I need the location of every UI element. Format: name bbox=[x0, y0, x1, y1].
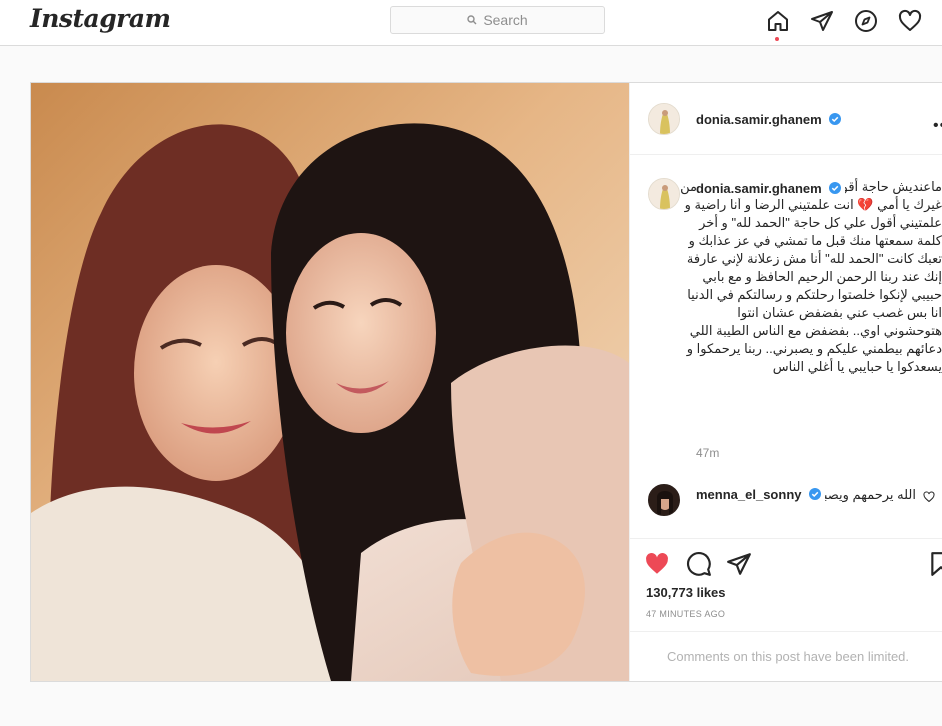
verified-badge-icon bbox=[829, 182, 842, 194]
commenter-avatar[interactable] bbox=[648, 484, 680, 516]
post-card: donia.samir.ghanem ••• ماعنديش حاجة أقول… bbox=[30, 82, 942, 682]
search-input[interactable]: Search bbox=[390, 6, 605, 34]
search-icon bbox=[467, 15, 477, 25]
save-bookmark-icon[interactable] bbox=[928, 551, 942, 577]
caption-avatar[interactable] bbox=[648, 178, 680, 210]
post-header: donia.samir.ghanem ••• bbox=[630, 83, 942, 155]
post-timestamp[interactable]: 47 MINUTES AGO bbox=[646, 609, 725, 619]
explore-icon[interactable] bbox=[854, 9, 878, 33]
verified-badge-icon bbox=[808, 488, 821, 500]
caption-text: ماعنديش حاجة أقولها غير إني فعلا بقيت يت… bbox=[680, 178, 942, 376]
comments-limited-notice: Comments on this post have been limited. bbox=[630, 631, 942, 682]
caption-timestamp[interactable]: 47m bbox=[696, 446, 719, 460]
more-options-icon[interactable]: ••• bbox=[933, 117, 942, 135]
comment-like-icon[interactable] bbox=[923, 491, 935, 503]
instagram-logo[interactable]: Instagram bbox=[30, 4, 171, 33]
direct-icon[interactable] bbox=[810, 9, 834, 33]
caption-body: ماعنديش حاجة أقولها غير إني فعلا بقيت يت… bbox=[680, 179, 942, 374]
post-sidebar: donia.samir.ghanem ••• ماعنديش حاجة أقول… bbox=[629, 83, 942, 681]
notification-dot bbox=[775, 37, 779, 41]
home-icon[interactable] bbox=[766, 9, 790, 33]
like-count[interactable]: 130,773 likes bbox=[646, 585, 726, 600]
caption-author[interactable]: donia.samir.ghanem bbox=[696, 181, 822, 196]
top-navigation-bar: Instagram Search bbox=[0, 0, 942, 46]
comment-icon[interactable] bbox=[686, 551, 712, 577]
caption-author-wrap: donia.samir.ghanem bbox=[696, 180, 846, 198]
search-placeholder: Search bbox=[483, 12, 528, 28]
verified-badge-icon bbox=[829, 113, 842, 125]
comment-author-wrap: menna_el_sonny bbox=[696, 486, 825, 504]
share-icon[interactable] bbox=[726, 551, 752, 577]
comment-username[interactable]: menna_el_sonny bbox=[696, 487, 802, 502]
author-avatar[interactable] bbox=[648, 103, 680, 135]
post-actions: 130,773 likes 47 MINUTES AGO Comments on… bbox=[630, 538, 942, 681]
activity-heart-icon[interactable] bbox=[898, 9, 922, 33]
author-username[interactable]: donia.samir.ghanem bbox=[696, 112, 822, 127]
post-photo[interactable] bbox=[31, 83, 629, 681]
like-heart-icon[interactable] bbox=[644, 551, 670, 577]
